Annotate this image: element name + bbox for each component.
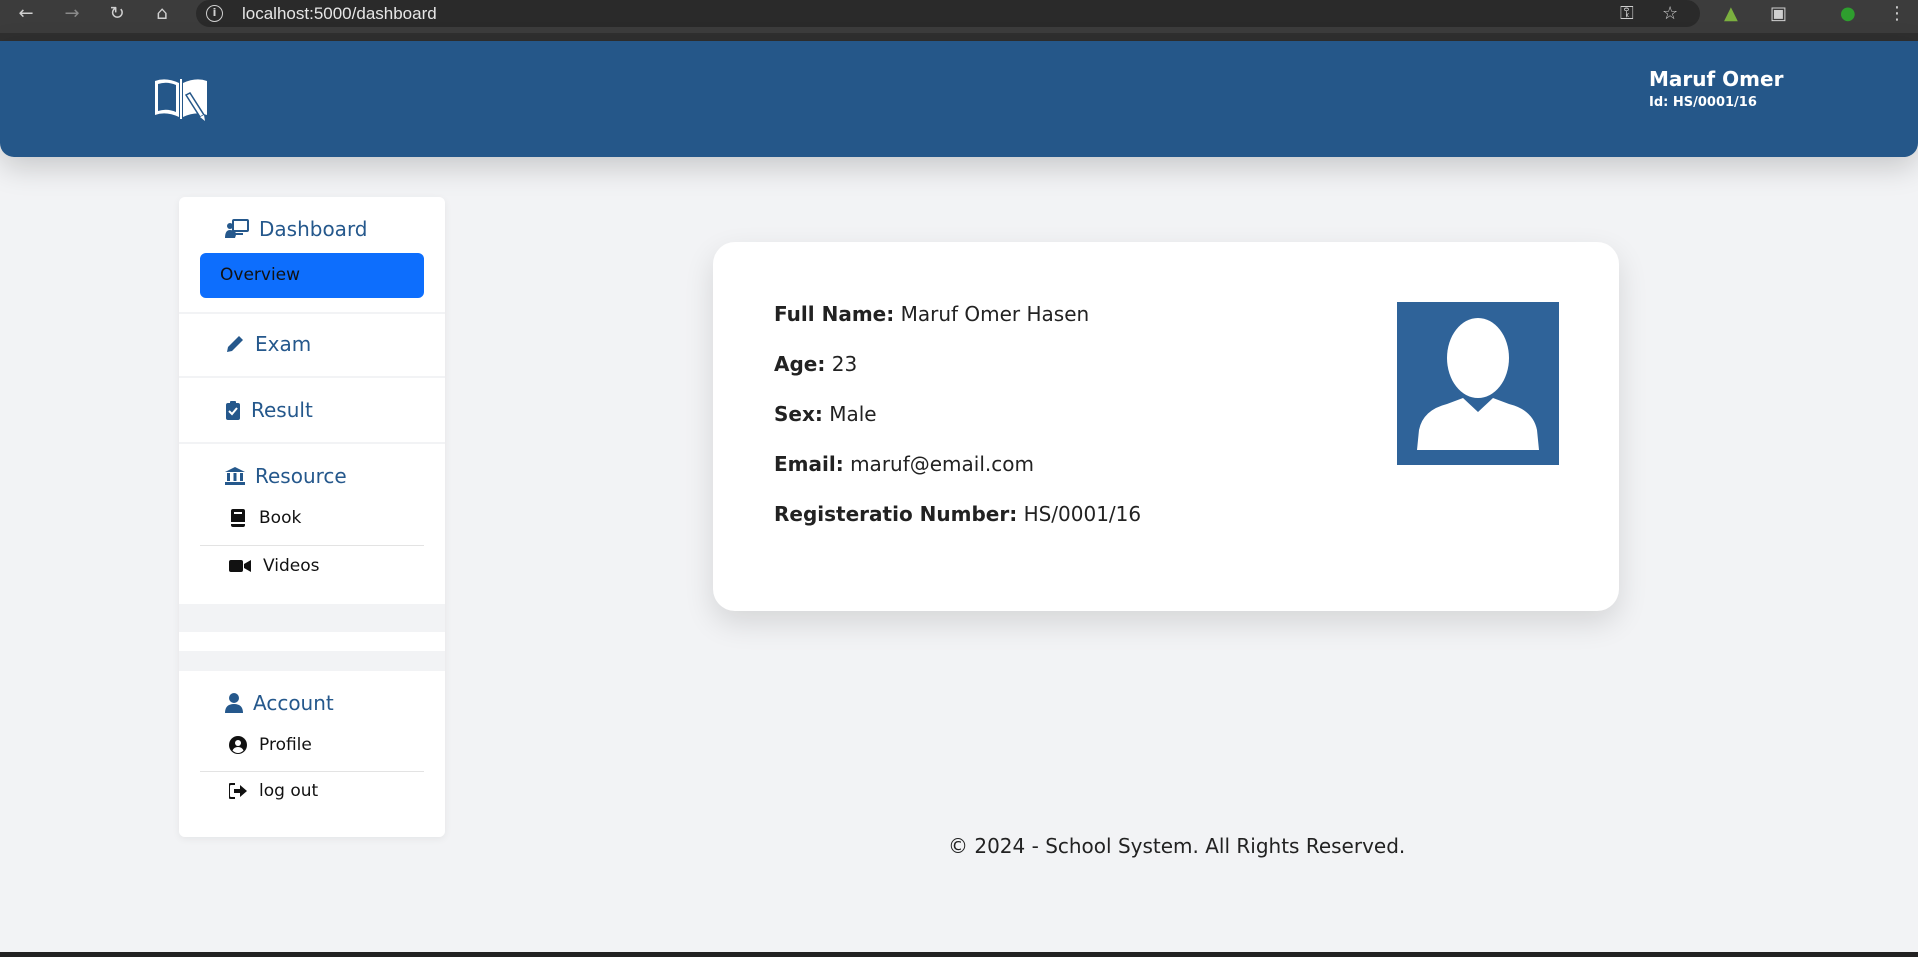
sidebar-section-dashboard: Dashboard Overview [179, 197, 445, 312]
registration-number-label: Registeratio Number: [774, 502, 1018, 526]
star-icon[interactable]: ☆ [1662, 4, 1678, 24]
sidebar-item-label: log out [259, 781, 319, 801]
home-icon[interactable]: ⌂ [150, 2, 174, 26]
tree-extension-icon[interactable]: ▲ [1724, 4, 1738, 24]
footer-text: © 2024 - School System. All Rights Reser… [948, 834, 1406, 858]
sidebar-item-overview[interactable]: Overview [200, 253, 424, 298]
sidebar-empty-section [179, 632, 445, 651]
forward-icon[interactable]: → [60, 2, 84, 26]
user-circle-icon [229, 736, 247, 754]
clipboard-check-icon [225, 400, 241, 420]
menu-icon[interactable]: ⋮ [1888, 4, 1906, 24]
sign-out-icon [229, 782, 247, 800]
sidebar-item-videos[interactable]: Videos [229, 556, 320, 576]
sidebar-item-logout[interactable]: log out [229, 781, 318, 801]
avatar [1397, 302, 1559, 465]
reload-icon[interactable]: ↻ [105, 2, 129, 26]
age-value: 23 [831, 352, 858, 376]
sex-label: Sex: [774, 402, 823, 426]
profile-card: Full Name: Maruf Omer Hasen Age: 23 Sex:… [713, 242, 1619, 611]
dashboard-teacher-icon [225, 219, 249, 239]
email-field: Email: maruf@email.com [774, 452, 1034, 476]
age-label: Age: [774, 352, 826, 376]
sidebar-item-account[interactable]: Account [225, 691, 334, 715]
book-logo-icon[interactable] [152, 71, 212, 127]
header-user-name: Maruf Omer [1649, 67, 1784, 91]
sidebar: Dashboard Overview Exam Result Resource [179, 197, 445, 837]
registration-number-value: HS/0001/16 [1023, 502, 1142, 526]
pencil-icon [225, 334, 245, 354]
sidebar-section-account: Account Profile log out [179, 671, 445, 837]
sidebar-section-result: Result [179, 378, 445, 442]
sidebar-item-result[interactable]: Result [225, 398, 313, 422]
sidebar-item-exam[interactable]: Exam [225, 332, 311, 356]
institution-icon [225, 466, 245, 486]
divider [200, 545, 424, 546]
divider [200, 771, 424, 772]
sex-field: Sex: Male [774, 402, 877, 426]
email-label: Email: [774, 452, 844, 476]
sidebar-item-label: Videos [263, 556, 320, 576]
sidebar-item-profile[interactable]: Profile [229, 735, 312, 755]
user-icon [225, 693, 243, 713]
age-field: Age: 23 [774, 352, 857, 376]
sidebar-section-exam: Exam [179, 314, 445, 376]
full-name-label: Full Name: [774, 302, 895, 326]
email-value: maruf@email.com [850, 452, 1034, 476]
browser-strip [0, 33, 1918, 41]
sidebar-item-book[interactable]: Book [229, 508, 301, 528]
app-header: Maruf Omer Id: HS/0001/16 [0, 41, 1918, 157]
sidebar-item-label: Book [259, 508, 302, 528]
sidebar-item-label: Account [253, 691, 334, 715]
info-icon[interactable]: i [206, 5, 223, 22]
extension-icon[interactable]: ▣ [1770, 4, 1787, 24]
full-name-field: Full Name: Maruf Omer Hasen [774, 302, 1089, 326]
sidebar-item-label: Dashboard [259, 217, 368, 241]
browser-toolbar: ← → ↻ ⌂ i localhost:5000/dashboard ⚿ ☆ ▲… [0, 0, 1918, 41]
address-bar[interactable]: i localhost:5000/dashboard ⚿ ☆ [196, 0, 1700, 27]
sidebar-item-label: Profile [259, 735, 312, 755]
sidebar-item-label: Resource [255, 464, 347, 488]
sex-value: Male [829, 402, 877, 426]
key-icon[interactable]: ⚿ [1620, 4, 1634, 24]
video-camera-icon [229, 557, 251, 575]
sidebar-section-resource: Resource Book Videos [179, 444, 445, 604]
bottom-edge [0, 952, 1918, 957]
book-icon [229, 509, 247, 527]
back-icon[interactable]: ← [14, 2, 38, 26]
url-text[interactable]: localhost:5000/dashboard [242, 4, 437, 24]
profile-avatar-icon[interactable]: ● [1840, 4, 1856, 24]
sidebar-item-resource[interactable]: Resource [225, 464, 347, 488]
header-user-id: Id: HS/0001/16 [1649, 95, 1757, 110]
full-name-value: Maruf Omer Hasen [900, 302, 1090, 326]
sidebar-item-label: Result [251, 398, 313, 422]
sidebar-item-dashboard[interactable]: Dashboard [225, 217, 368, 241]
registration-number-field: Registeratio Number: HS/0001/16 [774, 502, 1141, 526]
sidebar-item-label: Exam [255, 332, 312, 356]
